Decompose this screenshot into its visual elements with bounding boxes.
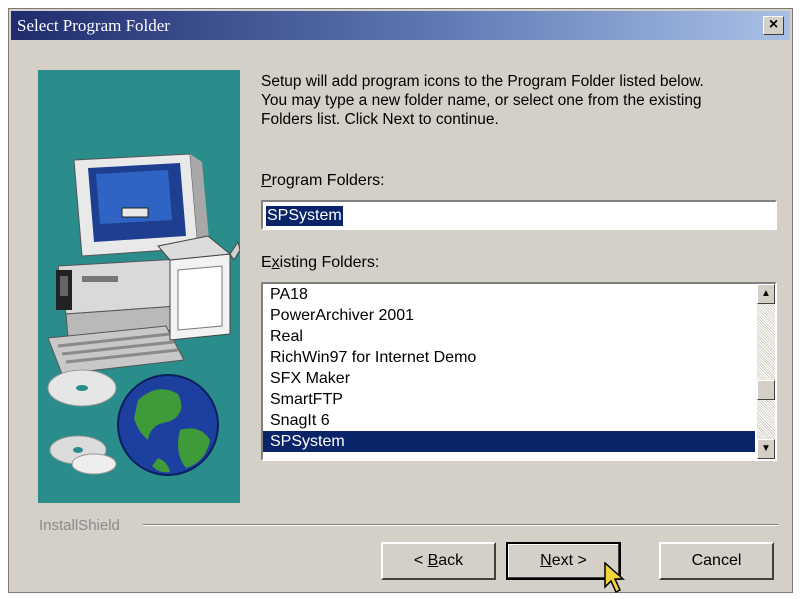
scroll-thumb[interactable] [757,380,775,400]
vertical-scrollbar[interactable]: ▲ ▼ [757,284,775,459]
list-item[interactable]: PowerArchiver 2001 [263,305,755,326]
close-icon: × [768,16,779,33]
mouse-pointer-icon [604,562,625,594]
back-accel: B [427,552,439,569]
scroll-down-button[interactable]: ▼ [757,439,775,459]
existing-folders-accel: x [271,254,280,271]
back-prefix: < [413,552,428,569]
program-folder-input[interactable]: SPSystem [261,200,777,230]
down-arrow-icon: ▼ [761,443,771,454]
list-item[interactable]: SFX Maker [263,368,755,389]
list-item[interactable]: RichWin97 for Internet Demo [263,347,755,368]
instructions-line: You may type a new folder name, or selec… [261,92,702,109]
list-item[interactable]: SnagIt 6 [263,410,755,431]
instructions-text: Setup will add program icons to the Prog… [261,72,781,129]
existing-folders-label: Existing Folders: [261,254,379,272]
list-item[interactable]: SmartFTP [263,389,755,410]
existing-folders-label-pre: E [261,254,272,271]
existing-folders-list[interactable]: PA18 PowerArchiver 2001 Real RichWin97 f… [261,282,777,461]
program-folders-accel: P [261,172,272,189]
back-label: ack [438,552,464,569]
title-bar[interactable]: Select Program Folder × [11,11,790,40]
footer-divider [143,524,778,526]
setup-illustration [38,70,240,503]
next-label: ext > [551,552,587,569]
cancel-label: Cancel [691,552,742,569]
list-item[interactable]: Real [263,326,755,347]
instructions-line: Folders list. Click Next to continue. [261,111,499,128]
back-button[interactable]: < Back [381,542,496,580]
dialog-window: Select Program Folder × Setup will add p… [8,8,793,594]
close-button[interactable]: × [763,16,784,35]
installshield-brand: InstallShield [39,517,120,534]
instructions-line: Setup will add program icons to the Prog… [261,73,704,90]
program-folders-label-text: rogram Folders: [271,172,385,189]
program-folders-label: Program Folders: [261,172,385,190]
cancel-button[interactable]: Cancel [659,542,774,580]
computer-globe-image [47,153,240,476]
list-item[interactable]: PA18 [263,284,755,305]
window-title: Select Program Folder [17,16,170,35]
list-item-selected[interactable]: SPSystem [263,431,755,452]
next-accel: N [540,552,552,569]
program-folder-value: SPSystem [266,206,343,226]
up-arrow-icon: ▲ [761,288,771,299]
scroll-up-button[interactable]: ▲ [757,284,775,304]
existing-folders-label-text: isting Folders: [279,254,380,271]
